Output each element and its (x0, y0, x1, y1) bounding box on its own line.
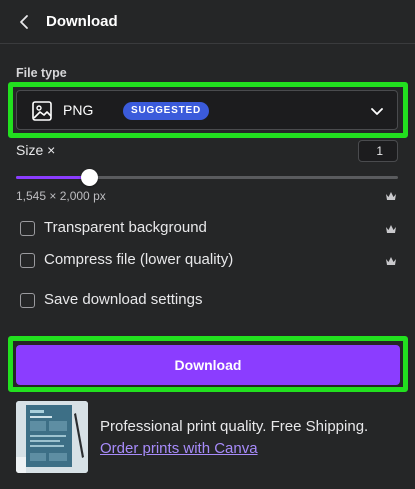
checkbox[interactable] (20, 221, 35, 236)
print-preview-thumbnail[interactable] (16, 401, 88, 473)
size-label: Size × (16, 142, 56, 158)
option-compress-file[interactable]: Compress file (lower quality) (20, 251, 320, 271)
slider-fill (16, 176, 89, 179)
crown-icon (386, 257, 396, 265)
file-type-label: File type (16, 66, 67, 80)
file-type-select[interactable]: PNG SUGGESTED (16, 90, 398, 130)
flyer-image (16, 401, 88, 473)
chevron-left-icon (20, 15, 28, 29)
slider-handle[interactable] (81, 169, 98, 186)
checkbox[interactable] (20, 293, 35, 308)
option-transparent-background[interactable]: Transparent background (20, 219, 320, 239)
panel-header: Download (0, 0, 415, 44)
download-button[interactable]: Download (16, 345, 400, 385)
crown-icon (386, 192, 396, 200)
option-save-download-settings[interactable]: Save download settings (20, 291, 320, 311)
file-type-value: PNG (63, 102, 94, 118)
order-prints-link[interactable]: Order prints with Canva (100, 440, 258, 457)
chevron-down-icon (371, 108, 383, 115)
back-button[interactable] (12, 10, 36, 34)
download-panel: Download File type PNG SUGGESTED Size × … (0, 0, 415, 489)
size-multiplier-input[interactable]: 1 (358, 140, 398, 162)
promo-text: Professional print quality. Free Shippin… (100, 418, 369, 435)
crown-icon (386, 225, 396, 233)
suggested-badge: SUGGESTED (123, 102, 209, 120)
checkbox[interactable] (20, 253, 35, 268)
dimensions-text: 1,545 × 2,000 px (16, 189, 106, 203)
image-icon (32, 101, 52, 121)
panel-title: Download (46, 13, 118, 30)
option-label: Compress file (lower quality) (44, 251, 234, 268)
size-slider[interactable] (16, 169, 398, 186)
option-label: Save download settings (44, 291, 203, 308)
option-label: Transparent background (44, 219, 207, 236)
